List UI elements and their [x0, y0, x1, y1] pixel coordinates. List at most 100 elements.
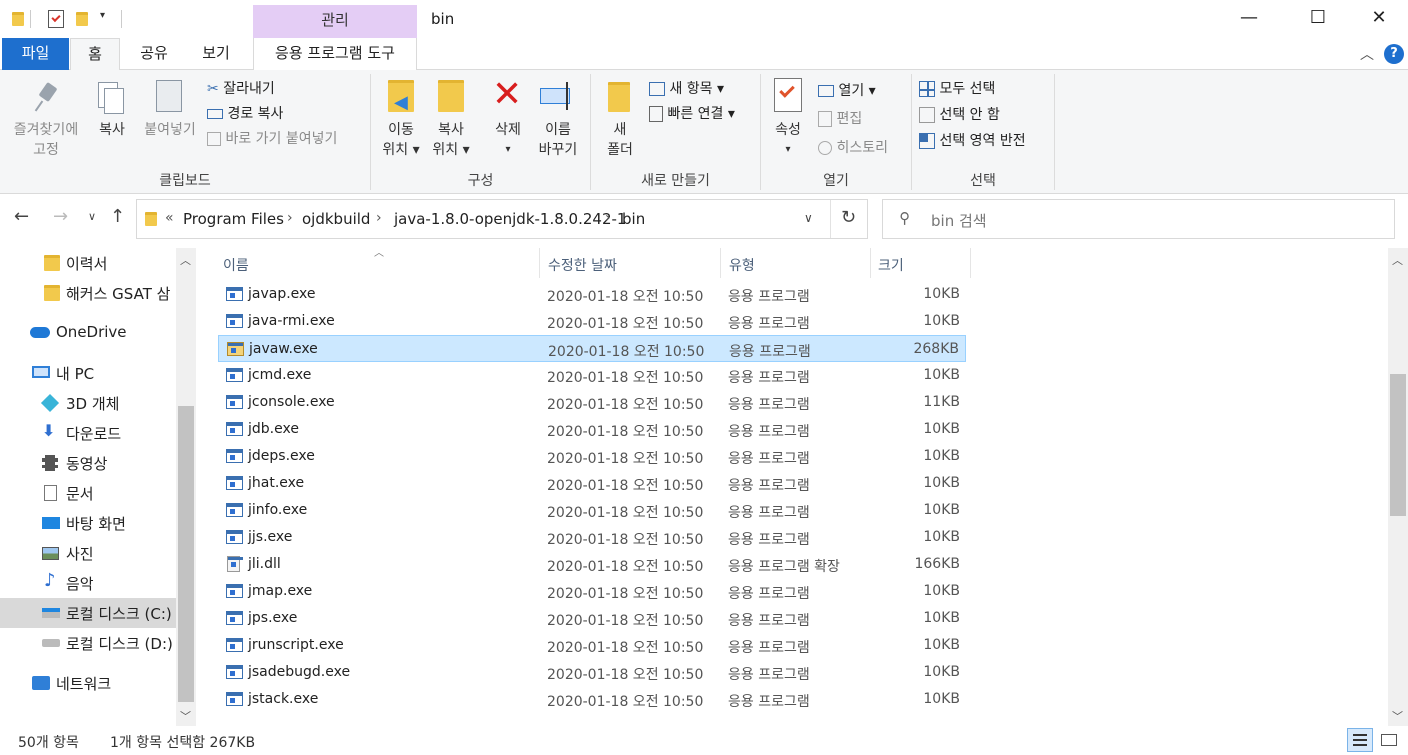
back-icon[interactable]: ←	[14, 206, 29, 227]
column-name[interactable]: 이름	[223, 255, 249, 275]
cut-button[interactable]: ✂ 잘라내기	[207, 78, 275, 98]
new-item-button[interactable]: 새 항목 ▾	[649, 78, 724, 98]
column-type[interactable]: 유형	[729, 255, 755, 275]
crumb-bin[interactable]: bin	[622, 210, 645, 228]
copy-to-button[interactable]: 복사 위치 ▾	[428, 76, 474, 166]
nav-item-network[interactable]: 네트워크	[0, 668, 176, 698]
tab-view[interactable]: 보기	[194, 38, 238, 70]
easy-access-button[interactable]: 빠른 연결 ▾	[649, 103, 735, 123]
nav-item-videos[interactable]: 동영상	[0, 448, 176, 478]
nav-item-music[interactable]: ♪ 음악	[0, 568, 176, 598]
new-folder-button[interactable]: 새 폴더	[598, 76, 642, 166]
scroll-down-icon[interactable]: ﹀	[180, 708, 191, 724]
scrollbar-thumb[interactable]	[1390, 374, 1406, 516]
crumb-program-files[interactable]: Program Files	[183, 210, 284, 228]
table-row[interactable]: jdeps.exe 2020-01-18 오전 10:50 응용 프로그램 10KB	[218, 443, 966, 470]
close-button[interactable]: ✕	[1356, 0, 1402, 38]
nav-item-pictures[interactable]: 사진	[0, 538, 176, 568]
paste-button[interactable]: 붙여넣기	[138, 78, 202, 158]
tab-home[interactable]: 홈	[70, 38, 120, 71]
table-row[interactable]: jinfo.exe 2020-01-18 오전 10:50 응용 프로그램 10KB	[218, 497, 966, 524]
open-button[interactable]: 열기 ▾	[818, 80, 876, 100]
table-row[interactable]: javaw.exe 2020-01-18 오전 10:50 응용 프로그램 268KB	[218, 335, 966, 362]
nav-item-drive-d[interactable]: 로컬 디스크 (D:)	[0, 628, 176, 658]
tab-file[interactable]: 파일	[2, 38, 69, 70]
details-view-icon[interactable]	[1347, 728, 1373, 752]
column-divider[interactable]	[870, 248, 871, 278]
manage-context-tab[interactable]: 관리	[253, 5, 417, 38]
crumb-separator-icon[interactable]: ›	[376, 210, 382, 226]
nav-item-downloads[interactable]: ⬇ 다운로드	[0, 418, 176, 448]
table-row[interactable]: javap.exe 2020-01-18 오전 10:50 응용 프로그램 10KB	[218, 281, 966, 308]
history-button[interactable]: 히스토리	[818, 137, 888, 157]
properties-qat-icon[interactable]	[48, 10, 64, 28]
crumb-ojdkbuild[interactable]: ojdkbuild	[302, 210, 370, 228]
table-row[interactable]: jrunscript.exe 2020-01-18 오전 10:50 응용 프로그램…	[218, 632, 966, 659]
select-none-button[interactable]: 선택 안 함	[919, 104, 1000, 124]
nav-item-documents[interactable]: 문서	[0, 478, 176, 508]
scroll-up-icon[interactable]: ︿	[180, 252, 191, 268]
nav-pane-scrollbar[interactable]: ︿ ﹀	[176, 248, 196, 726]
table-row[interactable]: jjs.exe 2020-01-18 오전 10:50 응용 프로그램 10KB	[218, 524, 966, 551]
scroll-down-icon[interactable]: ﹀	[1392, 708, 1403, 724]
delete-button[interactable]: ✕ 삭제 ▾	[486, 76, 530, 166]
scroll-up-icon[interactable]: ︿	[1392, 252, 1403, 268]
properties-button[interactable]: 속성 ▾	[766, 76, 810, 166]
nav-item-resume[interactable]: 이력서	[0, 248, 176, 278]
table-row[interactable]: jsadebugd.exe 2020-01-18 오전 10:50 응용 프로그램 1…	[218, 659, 966, 686]
forward-icon[interactable]: →	[53, 206, 68, 227]
help-icon[interactable]: ?	[1384, 44, 1404, 64]
minimize-button[interactable]: —	[1226, 0, 1272, 38]
table-row[interactable]: jconsole.exe 2020-01-18 오전 10:50 응용 프로그램 11…	[218, 389, 966, 416]
crumb-java[interactable]: java-1.8.0-openjdk-1.8.0.242-1	[394, 210, 626, 228]
invert-selection-button[interactable]: 선택 영역 반전	[919, 130, 1026, 150]
delete-dropdown-icon[interactable]: ▾	[486, 140, 530, 160]
table-row[interactable]: jstack.exe 2020-01-18 오전 10:50 응용 프로그램 10KB	[218, 686, 966, 713]
nav-item-onedrive[interactable]: OneDrive	[0, 318, 176, 348]
select-all-button[interactable]: 모두 선택	[919, 78, 995, 98]
edit-button[interactable]: 편집	[818, 108, 862, 128]
rename-button[interactable]: 이름 바꾸기	[534, 76, 582, 166]
column-size[interactable]: 크기	[878, 255, 904, 275]
collapse-ribbon-icon[interactable]: ︿	[1360, 44, 1374, 64]
pin-to-quick-access-button[interactable]: 즐겨찾기에 고정	[4, 78, 88, 164]
nav-item-desktop[interactable]: 바탕 화면	[0, 508, 176, 538]
properties-dropdown-icon[interactable]: ▾	[766, 140, 810, 160]
nav-item-this-pc[interactable]: 내 PC	[0, 358, 176, 388]
crumb-separator-icon[interactable]: ›	[605, 210, 611, 226]
scrollbar-thumb[interactable]	[178, 406, 194, 702]
tab-share[interactable]: 공유	[132, 38, 176, 70]
nav-item-hackers[interactable]: 해커스 GSAT 삼	[0, 278, 176, 308]
table-row[interactable]: jcmd.exe 2020-01-18 오전 10:50 응용 프로그램 10KB	[218, 362, 966, 389]
column-divider[interactable]	[720, 248, 721, 278]
recent-locations-icon[interactable]: ∨	[88, 210, 96, 223]
address-bar[interactable]: « Program Files › ojdkbuild › java-1.8.0…	[136, 199, 868, 239]
copy-path-button[interactable]: 경로 복사	[207, 103, 283, 123]
up-icon[interactable]: ↑	[110, 206, 125, 227]
nav-item-3d-objects[interactable]: 3D 개체	[0, 388, 176, 418]
qat-customize-icon[interactable]: ▾	[100, 10, 105, 21]
table-row[interactable]: jmap.exe 2020-01-18 오전 10:50 응용 프로그램 10KB	[218, 578, 966, 605]
column-divider[interactable]	[539, 248, 540, 278]
table-row[interactable]: java-rmi.exe 2020-01-18 오전 10:50 응용 프로그램 10…	[218, 308, 966, 335]
move-to-button[interactable]: ◀ 이동 위치 ▾	[378, 76, 424, 166]
overflow-chevron-icon[interactable]: «	[165, 210, 174, 226]
large-icons-view-icon[interactable]	[1378, 730, 1400, 750]
tab-app-tools[interactable]: 응용 프로그램 도구	[253, 38, 417, 70]
table-row[interactable]: jli.dll 2020-01-18 오전 10:50 응용 프로그램 확장 166K…	[218, 551, 966, 578]
address-dropdown-icon[interactable]: ∨	[804, 211, 813, 225]
nav-item-drive-c[interactable]: 로컬 디스크 (C:)	[0, 598, 176, 628]
copy-button[interactable]: 복사	[90, 78, 134, 158]
crumb-separator-icon[interactable]: ›	[287, 210, 293, 226]
file-list-scrollbar[interactable]: ︿ ﹀	[1388, 248, 1408, 726]
paste-shortcut-button[interactable]: 바로 가기 붙여넣기	[207, 128, 337, 148]
column-divider[interactable]	[970, 248, 971, 278]
table-row[interactable]: jdb.exe 2020-01-18 오전 10:50 응용 프로그램 10KB	[218, 416, 966, 443]
maximize-button[interactable]: ☐	[1295, 0, 1341, 38]
new-folder-qat-icon[interactable]	[76, 12, 88, 26]
refresh-icon[interactable]: ↻	[841, 207, 856, 228]
table-row[interactable]: jhat.exe 2020-01-18 오전 10:50 응용 프로그램 10KB	[218, 470, 966, 497]
column-modified[interactable]: 수정한 날짜	[548, 255, 617, 275]
table-row[interactable]: jps.exe 2020-01-18 오전 10:50 응용 프로그램 10KB	[218, 605, 966, 632]
search-box[interactable]: ⚲ bin 검색	[882, 199, 1395, 239]
